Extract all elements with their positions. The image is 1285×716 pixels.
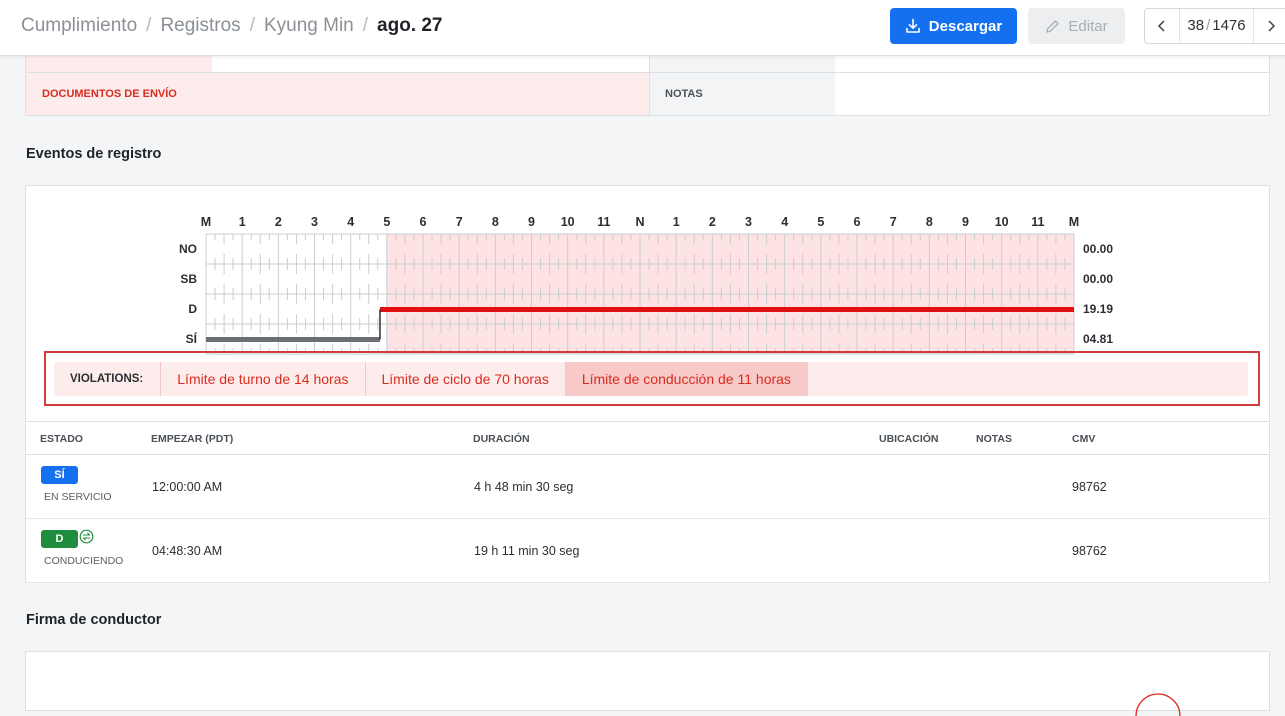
violations-bar: VIOLATIONS: Límite de turno de 14 horas … xyxy=(54,362,1248,396)
cmv-number: 98762 xyxy=(1072,480,1107,494)
hour-label: 2 xyxy=(709,215,716,229)
chevron-left-icon xyxy=(1157,20,1165,32)
hour-label: 6 xyxy=(854,215,861,229)
events-section-title: Eventos de registro xyxy=(26,146,162,162)
row-label: SB xyxy=(180,272,197,286)
row-label: SÍ xyxy=(186,331,198,346)
hour-label: 11 xyxy=(597,215,610,229)
pager-total: 1476 xyxy=(1212,17,1246,34)
signature-card xyxy=(25,651,1270,716)
download-button[interactable]: Descargar xyxy=(890,8,1017,44)
next-log-button[interactable] xyxy=(1254,9,1285,43)
documents-row-cell xyxy=(649,56,835,72)
hour-label: 6 xyxy=(420,215,427,229)
hour-label: 10 xyxy=(561,215,575,229)
header-cmv[interactable]: CMV xyxy=(1072,433,1095,445)
hour-label: 5 xyxy=(383,215,390,229)
row-total: 04.81 xyxy=(1083,332,1113,346)
hour-label: 3 xyxy=(311,215,318,229)
breadcrumb-separator: / xyxy=(362,15,369,36)
signature-section-title: Firma de conductor xyxy=(26,612,162,628)
duty-status-chart: M 1 2 3 4 5 6 7 8 9 10 11 N 1 2 3 4 5 6 7 8 9 10 11 M NO 00.00 SB 00… xyxy=(179,215,1113,355)
top-bar: Cumplimiento / Registros / Kyung Min / a… xyxy=(0,0,1285,56)
row-label: D xyxy=(188,302,197,316)
signature-stamp xyxy=(1135,693,1181,716)
header-location[interactable]: UBICACIÓN xyxy=(879,433,939,445)
violation-14-hour-shift-limit[interactable]: Límite de turno de 14 horas xyxy=(161,362,366,396)
row-total: 00.00 xyxy=(1083,242,1113,256)
row-total: 19.19 xyxy=(1083,302,1113,316)
violations-panel: VIOLATIONS: Límite de turno de 14 horas … xyxy=(44,351,1260,406)
hour-label: M xyxy=(1069,215,1079,229)
breadcrumb-separator: / xyxy=(249,15,255,36)
notes-label: NOTAS xyxy=(649,73,835,115)
breadcrumb: Cumplimiento / Registros / Kyung Min / a… xyxy=(21,15,443,37)
hour-label: 4 xyxy=(781,215,788,229)
violations-label: VIOLATIONS: xyxy=(54,362,162,396)
hour-label: 1 xyxy=(673,215,680,229)
documents-panel: DOCUMENTOS DE ENVÍO NOTAS xyxy=(25,56,1270,116)
header-notes[interactable]: NOTAS xyxy=(976,433,1012,445)
edit-label: Editar xyxy=(1068,17,1108,35)
row-total: 00.00 xyxy=(1083,272,1113,286)
start-time: 12:00:00 AM xyxy=(152,480,223,494)
hour-label: 3 xyxy=(745,215,752,229)
header-start[interactable]: EMPEZAR (PDT) xyxy=(151,433,233,445)
hour-label: 9 xyxy=(528,215,535,229)
transfer-icon xyxy=(79,529,94,544)
pager-count: 38/1476 xyxy=(1179,9,1254,43)
breadcrumb-cumplimiento[interactable]: Cumplimiento xyxy=(21,15,137,37)
hour-label: 10 xyxy=(995,215,1009,229)
events-table: ESTADO EMPEZAR (PDT) DURACIÓN UBICACIÓN … xyxy=(25,421,1270,583)
table-row[interactable]: SÍ EN SERVICIO 12:00:00 AM 4 h 48 min 30… xyxy=(25,455,1270,519)
header-duration[interactable]: DURACIÓN xyxy=(473,433,530,445)
duration: 4 h 48 min 30 seg xyxy=(474,480,574,494)
log-pager: 38/1476 xyxy=(1144,8,1285,44)
pager-separator: / xyxy=(1206,17,1211,34)
previous-log-button[interactable] xyxy=(1145,9,1179,43)
download-label: Descargar xyxy=(928,17,1003,35)
hour-label: 8 xyxy=(926,215,933,229)
table-header: ESTADO EMPEZAR (PDT) DURACIÓN UBICACIÓN … xyxy=(25,421,1270,455)
cmv-number: 98762 xyxy=(1072,544,1107,558)
breadcrumb-registros[interactable]: Registros xyxy=(160,15,240,37)
hour-label: 9 xyxy=(962,215,969,229)
start-time: 04:48:30 AM xyxy=(152,544,223,558)
hour-label: 7 xyxy=(456,215,463,229)
pager-current: 38 xyxy=(1187,17,1205,34)
hour-label: 7 xyxy=(890,215,897,229)
edit-button[interactable]: Editar xyxy=(1028,8,1125,44)
hour-label: 1 xyxy=(239,215,246,229)
row-label: NO xyxy=(179,242,197,256)
hour-label: 5 xyxy=(817,215,824,229)
table-row[interactable]: D CONDUCIENDO 04:48:30 AM 19 h 11 min 30… xyxy=(25,519,1270,583)
hour-label: 11 xyxy=(1031,215,1044,229)
pencil-icon xyxy=(1046,19,1060,33)
status-badge: SÍ xyxy=(41,466,78,484)
breadcrumb-separator: / xyxy=(146,15,152,36)
breadcrumb-driver[interactable]: Kyung Min xyxy=(264,15,354,37)
hour-label: 2 xyxy=(275,215,282,229)
status-label: CONDUCIENDO xyxy=(44,555,124,567)
chevron-right-icon xyxy=(1268,20,1276,32)
header-status[interactable]: ESTADO xyxy=(40,433,83,445)
hour-label: 8 xyxy=(492,215,499,229)
download-icon xyxy=(905,18,920,33)
breadcrumb-current-date: ago. 27 xyxy=(377,15,443,36)
duration: 19 h 11 min 30 seg xyxy=(474,544,580,558)
hour-label: N xyxy=(635,215,644,229)
status-label: EN SERVICIO xyxy=(44,491,112,503)
violation-70-hour-cycle-limit[interactable]: Límite de ciclo de 70 horas xyxy=(366,362,566,396)
documents-row-cell xyxy=(26,56,212,72)
status-badge: D xyxy=(41,530,78,548)
hour-label: M xyxy=(201,215,211,229)
shipping-documents-label: DOCUMENTOS DE ENVÍO xyxy=(26,73,649,115)
hour-label: 4 xyxy=(347,215,354,229)
violation-11-hour-driving-limit[interactable]: Límite de conducción de 11 horas xyxy=(565,362,808,396)
